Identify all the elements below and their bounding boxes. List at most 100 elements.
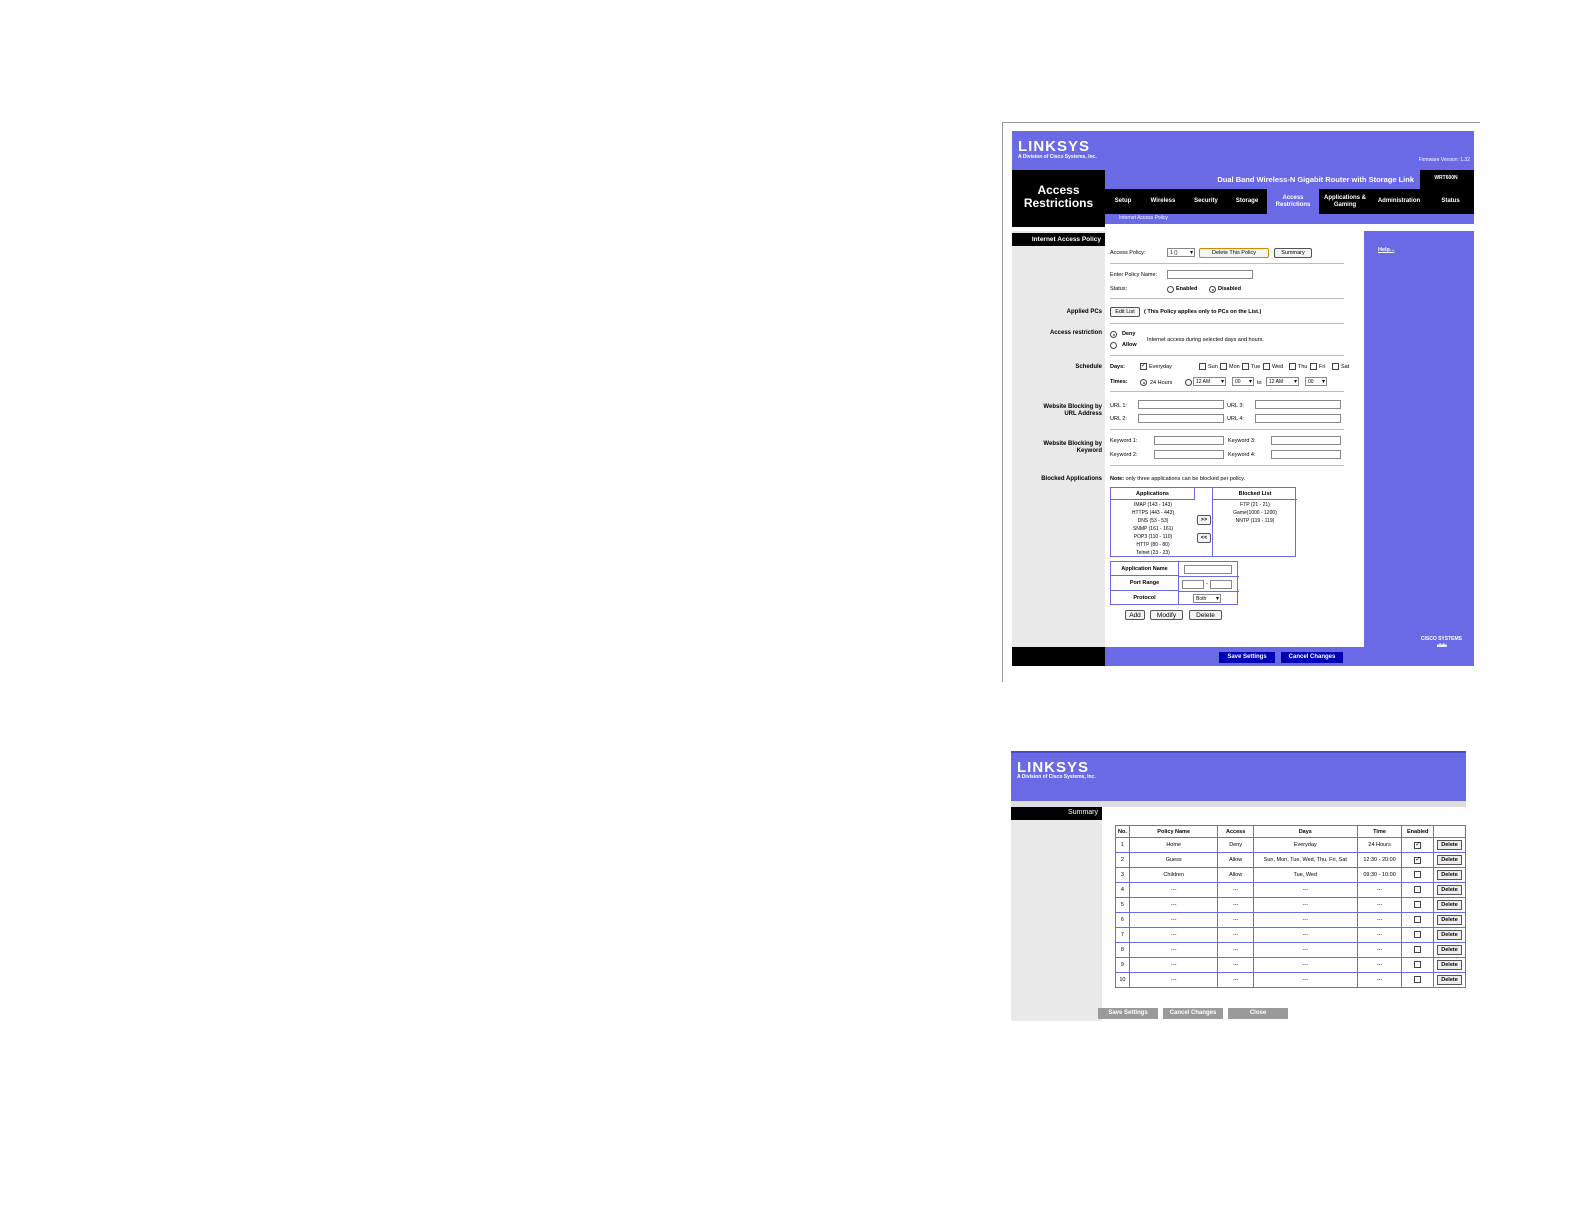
time-from-hour-select[interactable]: 12 AM xyxy=(1193,377,1226,386)
deny-radio[interactable] xyxy=(1110,331,1117,338)
subtab-internet-access-policy[interactable]: Internet Access Policy xyxy=(1105,214,1474,224)
row-no: 8 xyxy=(1115,942,1130,958)
save-settings-button[interactable]: Save Settings xyxy=(1098,1008,1158,1019)
port-start-input[interactable] xyxy=(1182,580,1204,589)
keyword2-input[interactable] xyxy=(1154,450,1224,459)
times-24h-label: 24 Hours xyxy=(1150,380,1173,386)
day-thu-checkbox[interactable] xyxy=(1289,363,1296,370)
status-disabled-radio[interactable] xyxy=(1209,286,1216,293)
tab-status[interactable]: Status xyxy=(1427,189,1474,214)
delete-row-button[interactable]: Delete xyxy=(1437,870,1462,880)
times-24h-radio[interactable] xyxy=(1140,379,1147,386)
modify-button[interactable]: Modify xyxy=(1150,610,1183,620)
delete-row-button[interactable]: Delete xyxy=(1437,900,1462,910)
status-enabled-radio[interactable] xyxy=(1167,286,1174,293)
delete-row-button[interactable]: Delete xyxy=(1437,840,1462,850)
keyword1-input[interactable] xyxy=(1154,436,1224,445)
cancel-changes-button[interactable]: Cancel Changes xyxy=(1281,652,1343,663)
blocked-item[interactable]: Game(1000 - 1200) xyxy=(1213,509,1297,517)
delete-policy-button[interactable]: Delete This Policy xyxy=(1199,248,1269,258)
tab-storage[interactable]: Storage xyxy=(1227,189,1267,214)
application-item[interactable]: HTTP (80 - 80) xyxy=(1111,541,1195,549)
help-link[interactable]: Help... xyxy=(1378,247,1395,253)
application-item[interactable]: POP3 (110 - 110) xyxy=(1111,533,1195,541)
application-item[interactable]: Telnet (23 - 23) xyxy=(1111,549,1195,557)
application-item[interactable]: DNS (53 - 53) xyxy=(1111,517,1195,525)
enabled-checkbox[interactable]: ✓ xyxy=(1414,856,1422,864)
day-sun-checkbox[interactable] xyxy=(1199,363,1206,370)
save-settings-button[interactable]: Save Settings xyxy=(1219,652,1275,663)
delete-app-button[interactable]: Delete xyxy=(1189,610,1222,620)
enabled-checkbox[interactable] xyxy=(1414,885,1422,893)
enabled-checkbox[interactable] xyxy=(1414,975,1422,983)
row-days: --- xyxy=(1252,882,1358,898)
applications-list[interactable]: IMAP (143 - 143) HTTPS (443 - 443) DNS (53… xyxy=(1111,501,1195,557)
delete-row-button[interactable]: Delete xyxy=(1437,945,1462,955)
enabled-checkbox[interactable] xyxy=(1414,930,1422,938)
row-enabled: ✓ xyxy=(1401,852,1435,868)
delete-row-button[interactable]: Delete xyxy=(1437,930,1462,940)
blocked-item[interactable]: FTP (21 - 21) xyxy=(1213,501,1297,509)
enabled-checkbox[interactable] xyxy=(1414,870,1422,878)
enabled-checkbox[interactable] xyxy=(1414,915,1422,923)
tab-setup[interactable]: Setup xyxy=(1105,189,1141,214)
row-action: Delete xyxy=(1433,852,1466,868)
delete-row-button[interactable]: Delete xyxy=(1437,975,1462,985)
day-sat-checkbox[interactable] xyxy=(1332,363,1339,370)
blocked-list[interactable]: FTP (21 - 21) Game(1000 - 1200) NNTP (119 … xyxy=(1213,501,1297,525)
app-name-input[interactable] xyxy=(1184,565,1232,574)
edit-list-button[interactable]: Edit List xyxy=(1110,307,1140,317)
time-to-minute-select[interactable]: 00 xyxy=(1305,377,1327,386)
keyword4-input[interactable] xyxy=(1271,450,1341,459)
times-range-radio[interactable] xyxy=(1185,379,1192,386)
col-access: Access xyxy=(1217,825,1254,838)
tab-security[interactable]: Security xyxy=(1185,189,1227,214)
tab-wireless[interactable]: Wireless xyxy=(1141,189,1185,214)
day-fri-checkbox[interactable] xyxy=(1310,363,1317,370)
url4-input[interactable] xyxy=(1255,414,1341,423)
keyword3-input[interactable] xyxy=(1271,436,1341,445)
delete-row-button[interactable]: Delete xyxy=(1437,960,1462,970)
enabled-checkbox[interactable] xyxy=(1414,960,1422,968)
row-time: --- xyxy=(1356,927,1403,943)
status-disabled-label: Disabled xyxy=(1218,286,1241,292)
summary-button[interactable]: Summary xyxy=(1274,248,1312,258)
tab-applications-gaming[interactable]: Applications & Gaming xyxy=(1319,189,1371,214)
enabled-checkbox[interactable] xyxy=(1414,945,1422,953)
application-item[interactable]: HTTPS (443 - 443) xyxy=(1111,509,1195,517)
time-from-minute-select[interactable]: 00 xyxy=(1232,377,1254,386)
protocol-select[interactable]: Both xyxy=(1193,594,1221,603)
close-button[interactable]: Close xyxy=(1228,1008,1288,1019)
blocked-item[interactable]: NNTP (119 - 119) xyxy=(1213,517,1297,525)
enabled-checkbox[interactable]: ✓ xyxy=(1414,841,1422,849)
row-no: 10 xyxy=(1115,972,1130,988)
application-item[interactable]: IMAP (143 - 143) xyxy=(1111,501,1195,509)
url3-input[interactable] xyxy=(1255,400,1341,409)
move-left-button[interactable]: << xyxy=(1197,533,1211,543)
url2-input[interactable] xyxy=(1138,414,1224,423)
tab-administration[interactable]: Administration xyxy=(1371,189,1427,214)
row-access: Allow xyxy=(1217,867,1254,883)
access-policy-select[interactable]: 1 () xyxy=(1167,248,1195,257)
tab-access-restrictions[interactable]: Access Restrictions xyxy=(1267,189,1319,214)
add-button[interactable]: Add xyxy=(1125,610,1145,620)
delete-row-button[interactable]: Delete xyxy=(1437,885,1462,895)
row-days: --- xyxy=(1252,972,1358,988)
day-tue-checkbox[interactable] xyxy=(1242,363,1249,370)
row-enabled xyxy=(1401,927,1435,943)
delete-row-button[interactable]: Delete xyxy=(1437,915,1462,925)
day-everyday-checkbox[interactable]: ✓ xyxy=(1140,363,1147,370)
enabled-checkbox[interactable] xyxy=(1414,900,1422,908)
row-policy-name: --- xyxy=(1128,957,1219,973)
allow-radio[interactable] xyxy=(1110,342,1117,349)
policy-name-input[interactable] xyxy=(1167,270,1253,279)
cancel-changes-button[interactable]: Cancel Changes xyxy=(1163,1008,1223,1019)
url1-input[interactable] xyxy=(1138,400,1224,409)
move-right-button[interactable]: >> xyxy=(1197,515,1211,525)
delete-row-button[interactable]: Delete xyxy=(1437,855,1462,865)
day-mon-checkbox[interactable] xyxy=(1220,363,1227,370)
application-item[interactable]: SNMP (161 - 161) xyxy=(1111,525,1195,533)
time-to-hour-select[interactable]: 12 AM xyxy=(1266,377,1299,386)
port-end-input[interactable] xyxy=(1210,580,1232,589)
day-wed-checkbox[interactable] xyxy=(1263,363,1270,370)
